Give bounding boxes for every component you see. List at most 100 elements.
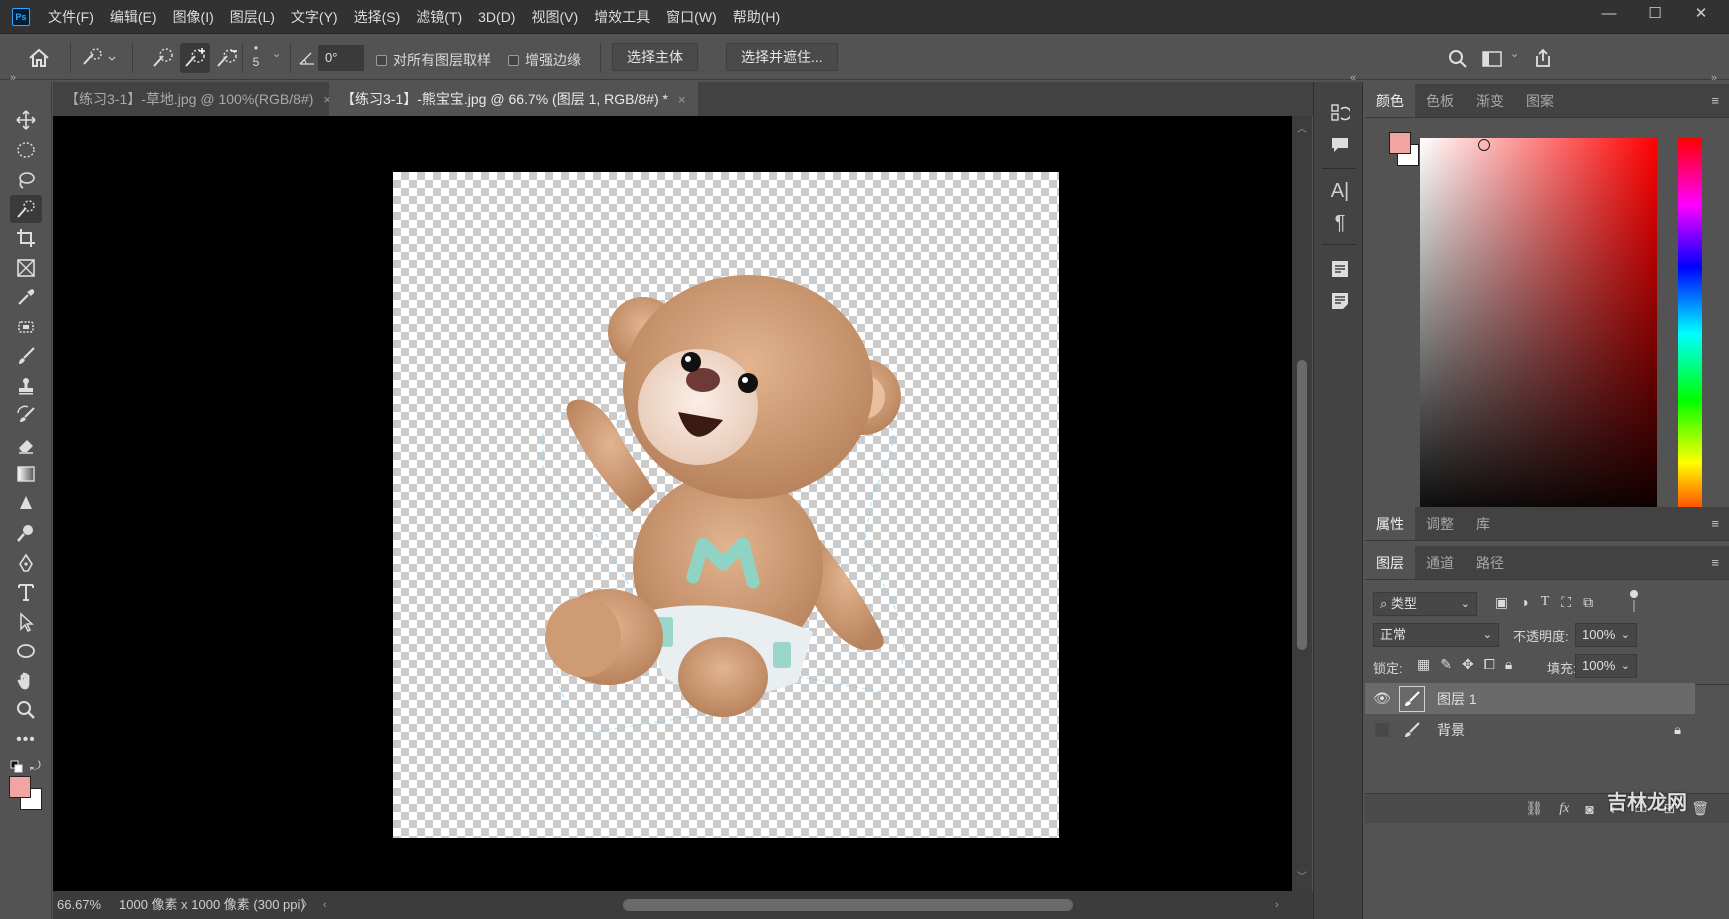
tab-swatches[interactable]: 色板 [1415,84,1465,117]
close-button[interactable]: ✕ [1678,0,1724,28]
history-panel-icon[interactable] [1327,100,1353,126]
checkbox-box[interactable] [508,54,519,66]
lasso-tool-icon[interactable] [10,166,42,194]
frame-tool-icon[interactable] [10,254,42,282]
eye-icon[interactable]: 👁︎ [1365,690,1399,707]
horizontal-scroll-thumb[interactable] [623,899,1073,911]
menu-edit[interactable]: 编辑(E) [102,0,165,34]
character-panel-icon[interactable]: A| [1327,178,1353,204]
scroll-right-icon[interactable]: › [1275,891,1279,919]
quick-selection-tool-icon[interactable] [10,195,42,223]
document-canvas[interactable] [393,172,1059,838]
swap-colors-icon[interactable]: ⤾ [30,758,41,774]
lock-transparent-pixels-icon[interactable]: ▦ [1417,656,1430,673]
properties-panel-icon[interactable] [1327,256,1353,282]
menu-help[interactable]: 帮助(H) [725,0,788,34]
path-selection-tool-icon[interactable] [10,608,42,636]
blur-tool-icon[interactable] [10,490,42,518]
lock-image-pixels-icon[interactable]: ✎ [1440,656,1452,673]
foreground-color-swatch[interactable] [9,776,31,798]
tab-libraries[interactable]: 库 [1465,507,1501,540]
lock-all-icon[interactable]: 🔒︎ [1505,656,1512,673]
comments-panel-icon[interactable] [1327,132,1353,158]
more-tools-icon[interactable]: ••• [10,726,42,754]
color-saturation-field[interactable] [1420,138,1657,529]
scroll-down-icon[interactable]: ﹀ [1297,868,1307,883]
workspace-icon[interactable] [1480,47,1504,71]
brush-tool-icon[interactable] [10,342,42,370]
menu-layer[interactable]: 图层(L) [222,0,283,34]
tab-adjustments[interactable]: 调整 [1415,507,1465,540]
notes-panel-icon[interactable] [1327,288,1353,314]
expand-dock-icon[interactable]: « [1350,72,1356,84]
filter-toggle[interactable] [1630,590,1638,614]
select-subject-button[interactable]: 选择主体 [612,43,698,71]
filter-adjustment-icon[interactable]: ◑ [1520,594,1528,611]
collapse-toolbar-icon[interactable]: » [10,72,16,84]
fx-icon[interactable]: fx [1559,801,1569,817]
menu-type[interactable]: 文字(Y) [283,0,346,34]
filter-pixel-icon[interactable]: ▣ [1495,594,1508,611]
hue-slider[interactable] [1670,138,1702,531]
vertical-scroll-thumb[interactable] [1297,360,1307,650]
blend-mode-select[interactable]: 正常 ⌄ [1373,623,1499,647]
menu-window[interactable]: 窗口(W) [658,0,725,34]
close-tab-icon[interactable]: × [678,92,686,107]
sample-all-layers-checkbox[interactable]: 对所有图层取样 [376,50,491,70]
panel-menu-icon[interactable]: ≡ [1711,84,1729,117]
tab-channels[interactable]: 通道 [1415,546,1465,579]
tab-properties[interactable]: 属性 [1365,507,1415,540]
zoom-tool-icon[interactable] [10,696,42,724]
collapse-panels-icon[interactable]: » [1711,72,1717,84]
foreground-color-chip[interactable] [1389,132,1411,154]
filter-smart-object-icon[interactable]: ⧉ [1583,594,1593,611]
tool-preset-picker-icon[interactable] [80,45,120,71]
new-selection-icon[interactable] [148,43,178,73]
filter-type-icon[interactable]: T [1541,594,1550,611]
subtract-from-selection-icon[interactable] [212,43,242,73]
enhance-edge-checkbox[interactable]: 增强边缘 [508,50,581,70]
tab-color[interactable]: 颜色 [1365,84,1415,117]
menu-plugins[interactable]: 增效工具 [586,0,658,34]
ellipse-tool-icon[interactable] [10,637,42,665]
add-mask-icon[interactable]: ◙ [1585,801,1593,817]
search-icon[interactable] [1446,47,1470,71]
tab-layers[interactable]: 图层 [1365,546,1415,579]
tab-grass-document[interactable]: 【练习3-1】-草地.jpg @ 100%(RGB/8#) × [53,82,343,116]
brush-size-picker[interactable]: • 5 [250,42,262,73]
eyedropper-tool-icon[interactable] [10,283,42,311]
scroll-left-icon[interactable]: ‹ [323,891,327,919]
pen-tool-icon[interactable] [10,549,42,577]
menu-view[interactable]: 视图(V) [523,0,586,34]
tab-bear-document[interactable]: 【练习3-1】-熊宝宝.jpg @ 66.7% (图层 1, RGB/8#) *… [329,82,698,116]
menu-filter[interactable]: 滤镜(T) [408,0,470,34]
panel-menu-icon[interactable]: ≡ [1711,507,1729,540]
menu-select[interactable]: 选择(S) [346,0,409,34]
status-menu-arrow[interactable]: 〉 [301,891,314,919]
history-brush-tool-icon[interactable] [10,401,42,429]
add-to-selection-icon[interactable] [180,43,210,73]
checkbox-box[interactable] [376,54,387,66]
canvas-area[interactable] [53,116,1292,891]
clone-stamp-tool-icon[interactable] [10,372,42,400]
type-tool-icon[interactable] [10,578,42,606]
select-and-mask-button[interactable]: 选择并遮住... [726,43,838,71]
eraser-tool-icon[interactable] [10,431,42,459]
healing-brush-tool-icon[interactable] [10,313,42,341]
filter-shape-icon[interactable]: ⛶ [1561,594,1571,611]
hand-tool-icon[interactable] [10,667,42,695]
default-colors-icon[interactable] [10,760,24,777]
maximize-button[interactable]: ☐ [1632,0,1678,28]
tab-patterns[interactable]: 图案 [1515,84,1565,117]
home-icon[interactable] [26,45,52,71]
panel-menu-icon[interactable]: ≡ [1711,546,1729,579]
tab-paths[interactable]: 路径 [1465,546,1515,579]
opacity-input[interactable]: 100% ⌄ [1575,623,1637,647]
lock-artboard-icon[interactable]: ⧠ [1484,656,1495,673]
chevron-down-icon[interactable]: ⌄ [272,47,281,60]
visibility-toggle[interactable] [1365,722,1399,737]
marquee-tool-icon[interactable] [10,136,42,164]
layer-row-layer1[interactable]: 👁︎ 图层 1 [1365,683,1695,714]
minimize-button[interactable]: — [1586,0,1632,28]
paragraph-panel-icon[interactable]: ¶ [1327,210,1353,236]
